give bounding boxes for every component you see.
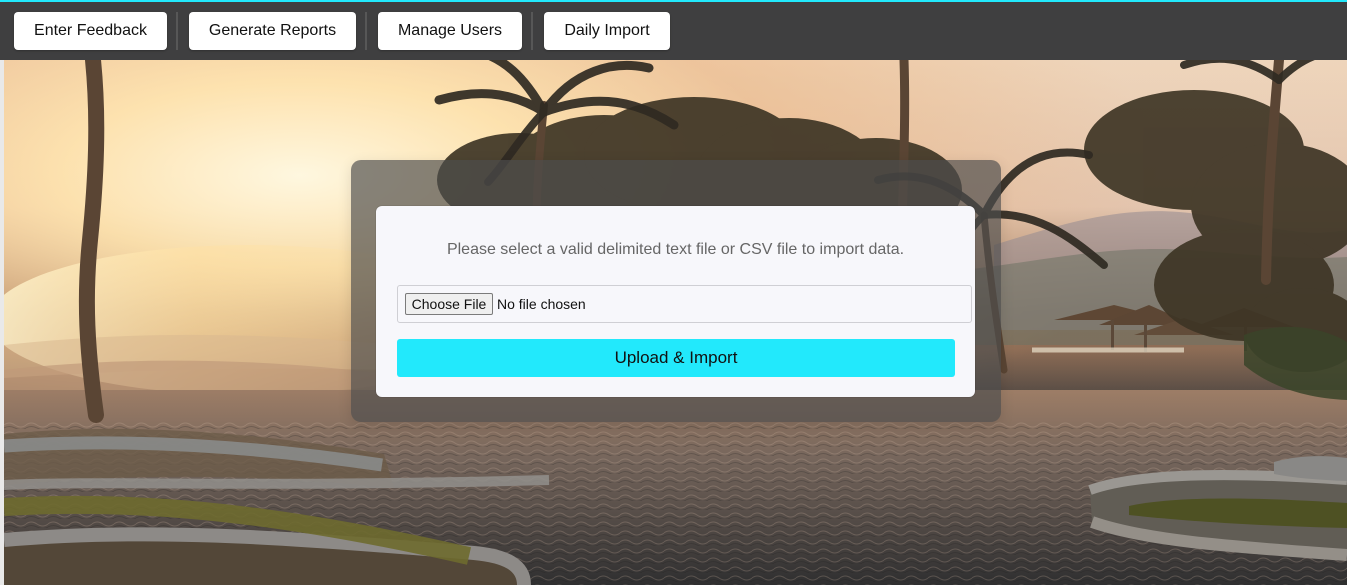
file-input-field[interactable]: Choose File No file chosen [397,285,972,323]
toolbar-separator [365,12,367,50]
manage-users-button[interactable]: Manage Users [378,12,522,50]
daily-import-button[interactable]: Daily Import [544,12,670,50]
toolbar-separator [531,12,533,50]
toolbar-separator [176,12,178,50]
enter-feedback-button[interactable]: Enter Feedback [14,12,167,50]
main-toolbar: Enter Feedback Generate Reports Manage U… [0,2,1347,60]
import-card: Please select a valid delimited text fil… [376,206,975,397]
choose-file-button[interactable]: Choose File [405,293,493,315]
upload-import-button[interactable]: Upload & Import [397,339,955,377]
file-status-text: No file chosen [497,296,586,312]
daily-import-page: Enter Feedback Generate Reports Manage U… [0,0,1347,585]
generate-reports-button[interactable]: Generate Reports [189,12,356,50]
import-instructions: Please select a valid delimited text fil… [446,241,905,258]
